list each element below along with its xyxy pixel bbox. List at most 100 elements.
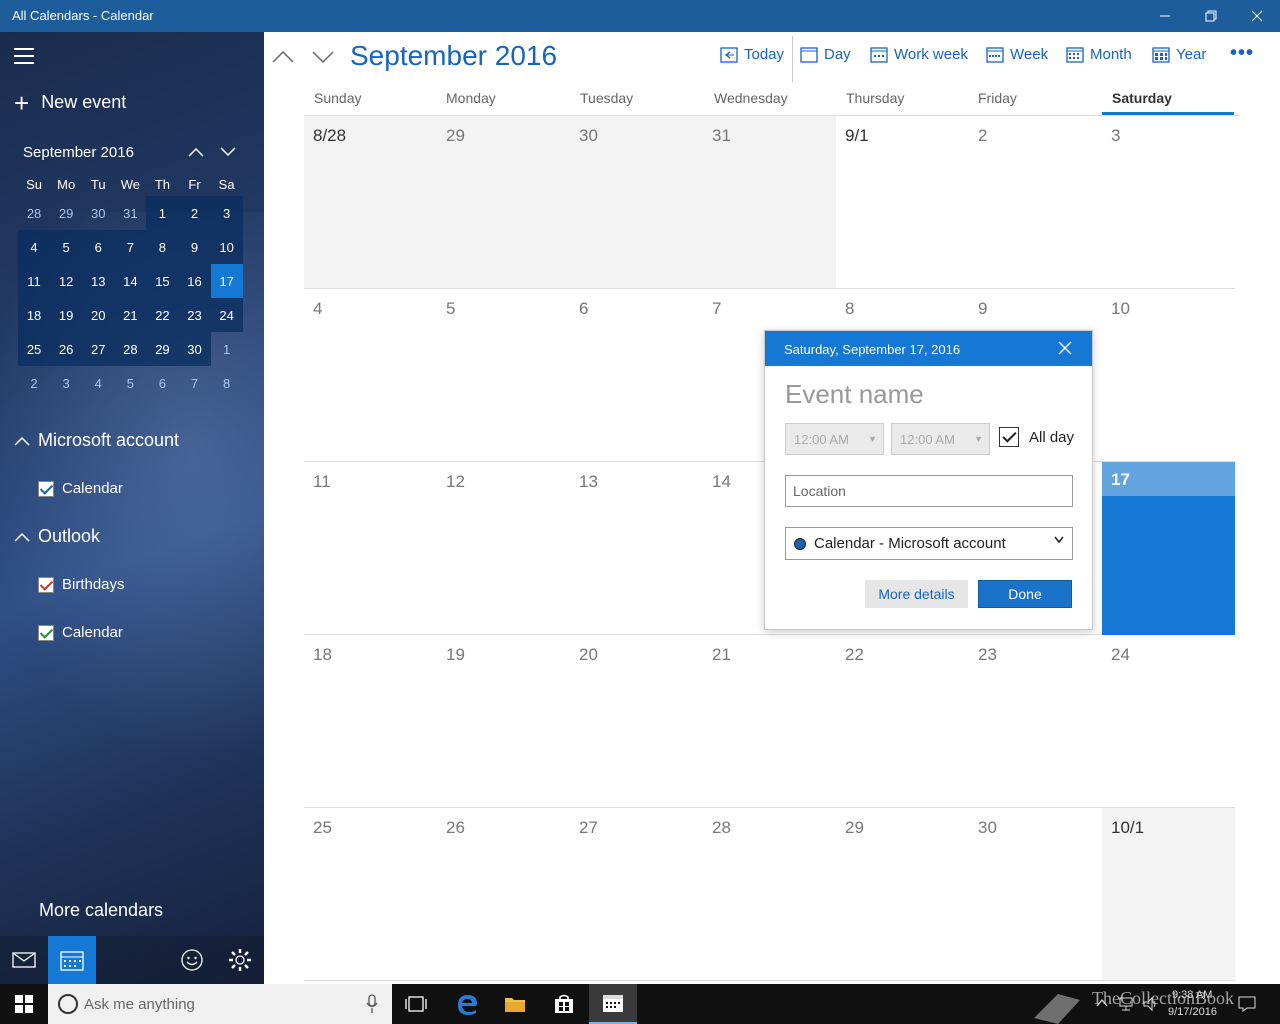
search-box[interactable]: Ask me anything [48, 984, 392, 1024]
today-button[interactable]: Today [720, 46, 784, 63]
more-details-button[interactable]: More details [865, 580, 968, 608]
file-explorer-button[interactable] [491, 984, 539, 1024]
more-options-icon[interactable]: ••• [1230, 42, 1254, 65]
mini-day[interactable]: 6 [82, 230, 115, 264]
calendar-toggle-calendar[interactable]: Calendar [38, 624, 123, 641]
hamburger-menu-icon[interactable] [14, 48, 34, 69]
mini-day[interactable]: 2 [178, 196, 211, 230]
mini-day[interactable]: 3 [50, 366, 82, 400]
calendar-group-header[interactable]: Microsoft account [14, 430, 179, 451]
mini-day[interactable]: 29 [146, 332, 179, 366]
mini-day[interactable]: 6 [146, 366, 178, 400]
mini-day[interactable]: 29 [50, 196, 82, 230]
all-day-checkbox[interactable] [999, 427, 1019, 447]
mini-day[interactable]: 20 [82, 298, 115, 332]
day-cell[interactable]: 30 [570, 116, 703, 289]
day-cell[interactable]: 6 [570, 289, 703, 462]
day-cell[interactable]: 22 [836, 635, 969, 808]
action-center-icon[interactable] [1238, 996, 1256, 1012]
mini-day[interactable]: 26 [50, 332, 83, 366]
mini-day[interactable]: 9 [178, 230, 211, 264]
work-week-view-button[interactable]: Work week [870, 46, 968, 63]
day-cell[interactable]: 30 [969, 808, 1102, 981]
year-view-button[interactable]: Year [1152, 46, 1206, 63]
mini-next-month-button[interactable] [216, 140, 240, 164]
checkbox[interactable] [38, 624, 54, 641]
more-calendars-link[interactable]: More calendars [39, 900, 163, 921]
day-cell[interactable]: 13 [570, 462, 703, 635]
close-button[interactable] [1234, 0, 1280, 32]
mini-day[interactable]: 22 [146, 298, 179, 332]
network-icon[interactable] [1118, 996, 1134, 1012]
mini-day[interactable]: 7 [114, 230, 147, 264]
start-button[interactable] [0, 984, 48, 1024]
edge-browser-button[interactable] [443, 984, 491, 1024]
mini-day[interactable]: 31 [114, 196, 146, 230]
mini-day[interactable]: 10 [210, 230, 243, 264]
checkbox[interactable] [38, 576, 54, 593]
day-cell[interactable]: 31 [703, 116, 836, 289]
mini-day[interactable]: 28 [18, 196, 50, 230]
mini-day[interactable]: 27 [82, 332, 115, 366]
task-view-button[interactable] [392, 984, 440, 1024]
close-icon[interactable] [1056, 339, 1074, 357]
mini-day[interactable]: 15 [146, 264, 179, 298]
store-button[interactable] [540, 984, 588, 1024]
calendar-group-header[interactable]: Outlook [14, 526, 100, 547]
mini-day-today[interactable]: 17 [210, 264, 243, 298]
mini-day[interactable]: 11 [18, 264, 51, 298]
mini-day[interactable]: 30 [82, 196, 114, 230]
done-button[interactable]: Done [978, 580, 1072, 608]
day-cell[interactable]: 26 [437, 808, 570, 981]
calendar-app-button[interactable] [48, 936, 96, 984]
day-cell[interactable]: 9/1 [836, 116, 969, 289]
clock-time[interactable]: 9:38 AM [1172, 989, 1212, 1001]
day-cell[interactable]: 10 [1102, 289, 1235, 462]
mini-day[interactable]: 21 [114, 298, 147, 332]
mini-day[interactable]: 14 [114, 264, 147, 298]
clock-date[interactable]: 9/17/2016 [1168, 1006, 1217, 1018]
day-cell[interactable]: 5 [437, 289, 570, 462]
day-cell[interactable]: 8/28 [304, 116, 437, 289]
day-cell[interactable]: 3 [1102, 116, 1235, 289]
mini-day[interactable]: 28 [114, 332, 147, 366]
day-cell[interactable]: 19 [437, 635, 570, 808]
mini-day[interactable]: 4 [82, 366, 114, 400]
mini-day[interactable]: 8 [211, 366, 243, 400]
day-cell[interactable]: 27 [570, 808, 703, 981]
minimize-button[interactable] [1142, 0, 1188, 32]
mini-day[interactable]: 7 [178, 366, 210, 400]
location-input[interactable]: Location [785, 475, 1073, 507]
mini-day[interactable]: 23 [178, 298, 211, 332]
volume-icon[interactable] [1142, 996, 1160, 1012]
day-cell-today[interactable]: 17 [1102, 462, 1235, 635]
mini-day[interactable]: 1 [211, 332, 243, 366]
new-event-button[interactable]: + New event [14, 90, 126, 116]
day-cell[interactable]: 4 [304, 289, 437, 462]
mini-day[interactable]: 24 [210, 298, 243, 332]
microphone-icon[interactable] [366, 994, 378, 1014]
day-cell[interactable]: 11 [304, 462, 437, 635]
settings-button[interactable] [216, 936, 264, 984]
mini-prev-month-button[interactable] [184, 140, 208, 164]
day-cell[interactable]: 10/1 [1102, 808, 1235, 981]
day-cell[interactable]: 23 [969, 635, 1102, 808]
mini-day[interactable]: 30 [178, 332, 211, 366]
calendar-select[interactable]: Calendar - Microsoft account [785, 527, 1073, 560]
day-cell[interactable]: 12 [437, 462, 570, 635]
prev-month-button[interactable] [270, 44, 296, 70]
day-cell[interactable]: 25 [304, 808, 437, 981]
calendar-taskbar-button[interactable] [589, 984, 637, 1024]
mini-day[interactable]: 8 [146, 230, 179, 264]
mini-day[interactable]: 18 [18, 298, 51, 332]
day-cell[interactable]: 21 [703, 635, 836, 808]
mini-day[interactable]: 19 [50, 298, 83, 332]
day-cell[interactable]: 2 [969, 116, 1102, 289]
feedback-button[interactable] [168, 936, 216, 984]
mini-day[interactable]: 4 [18, 230, 51, 264]
day-cell[interactable]: 24 [1102, 635, 1235, 808]
mini-day[interactable]: 5 [114, 366, 146, 400]
calendar-toggle-calendar[interactable]: Calendar [38, 480, 123, 497]
day-cell[interactable]: 29 [836, 808, 969, 981]
checkbox[interactable] [38, 480, 54, 497]
